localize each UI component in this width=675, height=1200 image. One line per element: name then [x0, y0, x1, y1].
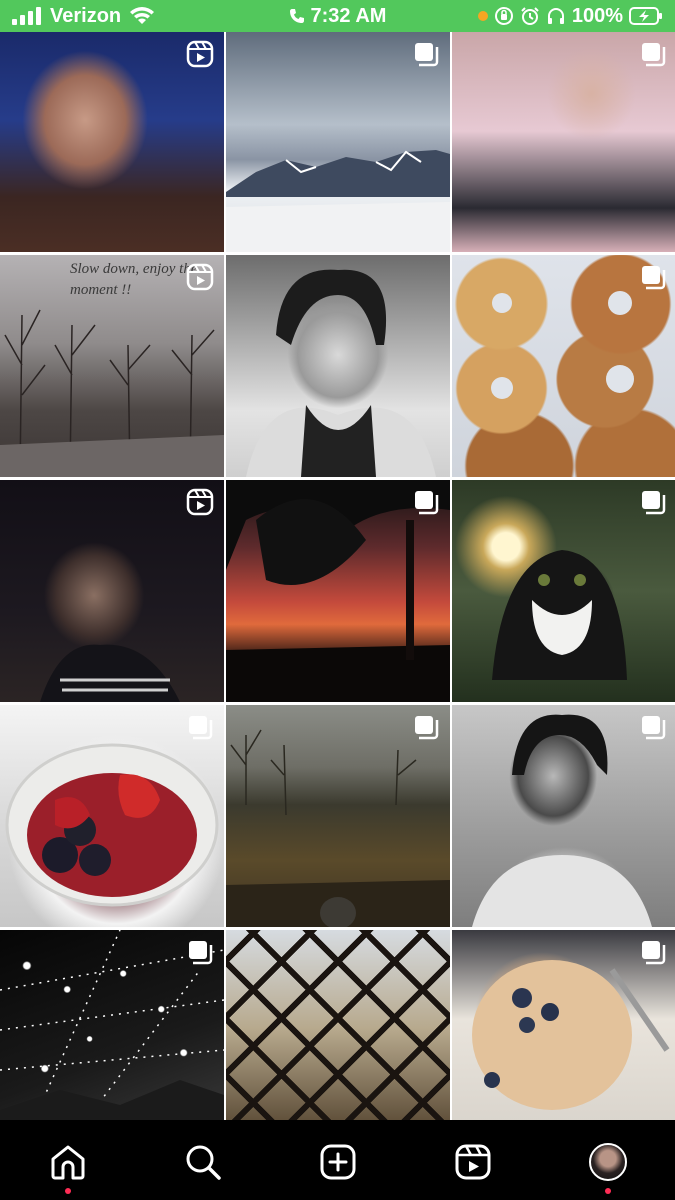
- profile-notification-dot: [604, 1188, 611, 1194]
- grid-tile-bare-trees[interactable]: Slow down, enjoy the moment !!: [0, 255, 224, 477]
- multiple-photos-icon: [639, 488, 667, 516]
- status-bar: Verizon 7:32 AM 100%: [0, 0, 675, 32]
- nav-home-button[interactable]: [28, 1140, 108, 1194]
- photo-grid: Slow down, enjoy the moment !!: [0, 32, 675, 1120]
- status-bar-right: 100%: [477, 0, 663, 32]
- grid-tile-city-lights[interactable]: [0, 930, 224, 1120]
- phone-call-icon: [289, 8, 305, 24]
- alarm-icon: [520, 6, 540, 26]
- reels-icon: [186, 263, 214, 291]
- headphones-icon: [546, 6, 566, 26]
- instagram-explore-screen: Verizon 7:32 AM 100% Slow down, enjoy th…: [0, 0, 675, 1200]
- avatar: [588, 1143, 627, 1181]
- multiple-photos-icon: [639, 713, 667, 741]
- grid-tile-portrait[interactable]: [452, 32, 675, 252]
- reels-icon: [186, 40, 214, 68]
- wifi-icon: [129, 6, 155, 26]
- post-thumbnail: [226, 255, 450, 477]
- grid-tile-berries[interactable]: [0, 705, 224, 927]
- multiple-photos-icon: [412, 40, 440, 68]
- grid-tile-lattice-window[interactable]: [226, 930, 450, 1120]
- grid-tile-autumn-forest[interactable]: [226, 705, 450, 927]
- multiple-photos-icon: [639, 938, 667, 966]
- lattice-pattern: [226, 930, 450, 1120]
- home-icon: [49, 1143, 87, 1181]
- post-thumbnail: [226, 930, 450, 1120]
- nav-profile-button[interactable]: [568, 1140, 648, 1194]
- status-bar-left: Verizon: [12, 0, 155, 32]
- plus-square-icon: [319, 1143, 357, 1181]
- reels-icon: [454, 1143, 492, 1181]
- bottom-nav-bar: [0, 1120, 675, 1200]
- multiple-photos-icon: [639, 263, 667, 291]
- reels-icon: [186, 488, 214, 516]
- multiple-photos-icon: [639, 40, 667, 68]
- grid-tile-cat[interactable]: [452, 480, 675, 702]
- multiple-photos-icon: [186, 938, 214, 966]
- grid-tile-portrait[interactable]: [0, 480, 224, 702]
- grid-tile-portrait[interactable]: [226, 255, 450, 477]
- battery-percentage: 100%: [571, 4, 623, 27]
- grid-tile-portrait[interactable]: [0, 32, 224, 252]
- multiple-photos-icon: [186, 713, 214, 741]
- grid-tile-snowy-mountains[interactable]: [226, 32, 450, 252]
- orientation-lock-icon: [494, 6, 514, 26]
- grid-tile-blueberry-pastry[interactable]: [452, 930, 675, 1120]
- grid-tile-donuts[interactable]: [452, 255, 675, 477]
- multiple-photos-icon: [412, 488, 440, 516]
- battery-charging-icon: [629, 7, 663, 25]
- home-active-dot: [64, 1188, 71, 1194]
- search-icon: [184, 1143, 222, 1181]
- privacy-indicator-dot: [477, 11, 488, 21]
- grid-tile-portrait[interactable]: [452, 705, 675, 927]
- grid-tile-sunset[interactable]: [226, 480, 450, 702]
- multiple-photos-icon: [412, 713, 440, 741]
- nav-reels-button[interactable]: [433, 1140, 513, 1184]
- signal-bars-icon: [12, 7, 42, 25]
- carrier-name: Verizon: [50, 4, 122, 27]
- nav-create-button[interactable]: [298, 1140, 378, 1184]
- status-time: 7:32 AM: [310, 4, 387, 27]
- nav-search-button[interactable]: [163, 1140, 243, 1184]
